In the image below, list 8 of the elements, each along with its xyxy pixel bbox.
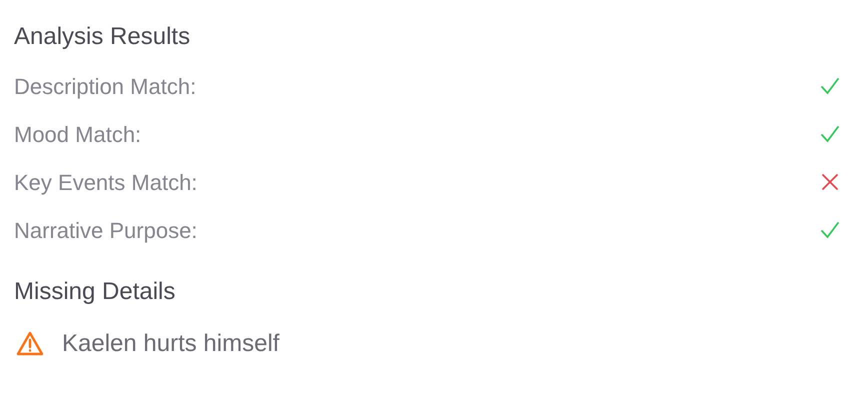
result-label: Narrative Purpose: (14, 216, 198, 245)
warning-icon (16, 331, 44, 357)
result-label: Key Events Match: (14, 168, 198, 197)
section-heading: Missing Details (14, 277, 176, 307)
result-label: Description Match: (14, 72, 196, 101)
result-label: Mood Match: (14, 120, 142, 148)
section-heading: Analysis Results (14, 22, 192, 52)
missing-detail: Kaelen hurts himself (62, 329, 280, 359)
